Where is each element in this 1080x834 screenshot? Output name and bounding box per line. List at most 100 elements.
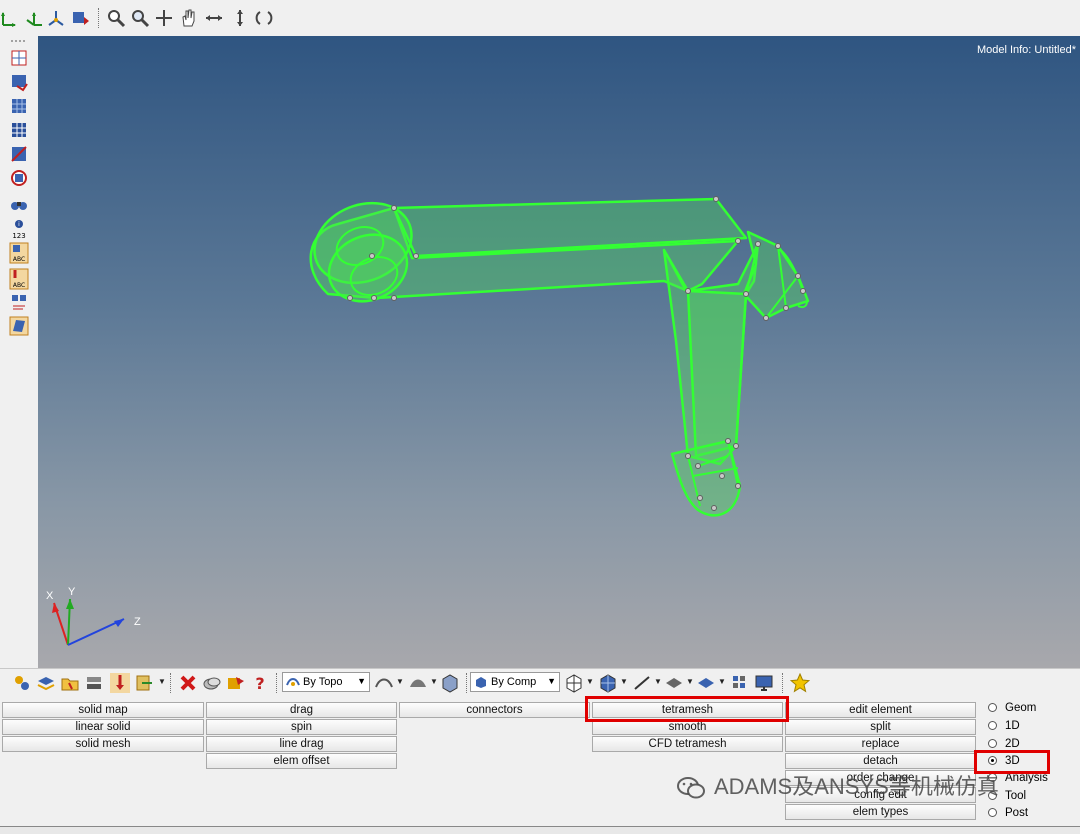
wireframe-icon[interactable] [9, 120, 29, 140]
graphics-viewport[interactable]: Model Info: Untitled* X Y Z [38, 36, 1080, 668]
replace-button[interactable]: replace [785, 736, 976, 752]
by-comp-dropdown[interactable]: By Comp ▼ [470, 672, 560, 692]
import-icon[interactable] [110, 673, 130, 693]
assemblies-icon[interactable] [36, 673, 56, 693]
top-toolbar [0, 0, 1080, 37]
connectors-button[interactable]: connectors [399, 702, 590, 718]
monitor-icon[interactable] [754, 673, 774, 693]
svg-text:?: ? [255, 674, 264, 693]
comp-icon [476, 677, 486, 688]
split-button[interactable]: split [785, 719, 976, 735]
pan-icon[interactable] [154, 8, 174, 28]
visualization-wire-arrow[interactable]: ▼ [396, 677, 404, 686]
mesh-lines-icon[interactable] [564, 673, 584, 693]
visualization-shaded-arrow[interactable]: ▼ [430, 677, 438, 686]
radio-3d[interactable]: 3D [988, 753, 1020, 769]
shrink-icon[interactable] [9, 168, 29, 188]
grid-icon[interactable] [730, 673, 750, 693]
hand-icon[interactable] [178, 8, 198, 28]
spin-button[interactable]: spin [206, 719, 397, 735]
help-icon[interactable]: ? [250, 673, 270, 693]
mesh-shaded-arrow[interactable]: ▼ [620, 677, 628, 686]
bottom-toolbar: ▼ ? By Topo ▼ ▼ ▼ By Comp ▼ ▼ ▼ ▼ ▼ ▼ [0, 668, 1080, 697]
view-plane-icon[interactable] [9, 316, 29, 336]
layers-icon[interactable] [84, 673, 104, 693]
element-display-icon[interactable] [696, 673, 716, 693]
show-element-icon[interactable] [9, 96, 29, 116]
mesh-lines-arrow[interactable]: ▼ [586, 677, 594, 686]
axis-triad: X Y Z [46, 586, 141, 646]
label-abc-red-icon[interactable]: ABC [9, 268, 29, 290]
radio-selected-icon [988, 756, 997, 765]
radio-2d[interactable]: 2D [988, 736, 1020, 752]
components-icon[interactable] [12, 673, 32, 693]
toolbar-separator [466, 673, 468, 693]
detach-button[interactable]: detach [785, 753, 976, 769]
axis-x-label: X [46, 590, 54, 602]
tetramesh-button[interactable]: tetramesh [592, 702, 783, 718]
line-display-icon[interactable] [632, 673, 652, 693]
rotate-horizontal-icon[interactable] [204, 8, 224, 28]
favorite-star-icon[interactable] [790, 673, 810, 693]
shaded-icon[interactable] [9, 144, 29, 164]
wechat-icon [677, 777, 705, 799]
radio-1d[interactable]: 1D [988, 718, 1020, 734]
radio-post[interactable]: Post [988, 805, 1028, 821]
axis-y-label: Y [68, 586, 76, 598]
grip-icon [11, 40, 27, 42]
radio-geom[interactable]: Geom [988, 700, 1036, 716]
mask-tool-icon[interactable] [9, 48, 29, 68]
elem-types-button[interactable]: elem types [785, 804, 976, 820]
organize-icon[interactable] [226, 673, 246, 693]
drag-button[interactable]: drag [206, 702, 397, 718]
binoculars-icon[interactable] [9, 194, 29, 214]
mask-element-icon[interactable] [9, 72, 29, 92]
svg-text:123: 123 [12, 232, 25, 240]
view-iso-icon[interactable] [46, 8, 66, 28]
element-types-icon[interactable] [9, 292, 29, 312]
surface-display-arrow[interactable]: ▼ [686, 677, 694, 686]
elem-offset-button[interactable]: elem offset [206, 753, 397, 769]
watermark: ADAMS及ANSYS等机械仿真 [676, 770, 999, 804]
toolbar-separator [98, 8, 100, 28]
by-comp-value: By Comp [491, 676, 537, 688]
element-display-arrow[interactable]: ▼ [718, 677, 726, 686]
linear-solid-button[interactable]: linear solid [2, 719, 204, 735]
chevron-down-icon: ▼ [357, 676, 366, 686]
view-yz-icon[interactable] [24, 8, 44, 28]
menu-panel: solid map linear solid solid mesh drag s… [0, 697, 1080, 833]
spin-icon[interactable] [254, 8, 274, 28]
export-icon[interactable] [134, 673, 154, 693]
smooth-button[interactable]: smooth [592, 719, 783, 735]
zoom-in-icon[interactable] [106, 8, 126, 28]
numbers-icon[interactable]: i123 [9, 218, 29, 240]
mesh-shaded-icon[interactable] [598, 673, 618, 693]
folder-icon[interactable] [60, 673, 80, 693]
visualization-shaded-icon[interactable] [408, 673, 428, 693]
mask-icon[interactable] [202, 673, 222, 693]
edit-element-button[interactable]: edit element [785, 702, 976, 718]
cfd-tetramesh-button[interactable]: CFD tetramesh [592, 736, 783, 752]
zoom-fit-icon[interactable] [130, 8, 150, 28]
view-front-icon[interactable] [70, 8, 90, 28]
radio-circle-icon [988, 721, 997, 730]
delete-icon[interactable] [178, 673, 198, 693]
toolbar-separator [170, 673, 172, 693]
leg-front-face [686, 289, 748, 458]
line-display-arrow[interactable]: ▼ [654, 677, 662, 686]
surface-display-icon[interactable] [664, 673, 684, 693]
solid-mesh-button[interactable]: solid mesh [2, 736, 204, 752]
view-xy-icon[interactable] [0, 8, 20, 28]
visualization-wire-icon[interactable] [374, 673, 394, 693]
toolbar-separator [782, 673, 784, 693]
solid-map-button[interactable]: solid map [2, 702, 204, 718]
mesh-model[interactable] [38, 36, 1080, 668]
line-drag-button[interactable]: line drag [206, 736, 397, 752]
export-dropdown-arrow[interactable]: ▼ [158, 677, 166, 686]
label-abc-icon[interactable]: ABC [9, 242, 29, 264]
solid-box-icon[interactable] [440, 673, 460, 693]
by-topo-dropdown[interactable]: By Topo ▼ [282, 672, 370, 692]
svg-text:ABC: ABC [13, 256, 25, 263]
rotate-vertical-icon[interactable] [230, 8, 250, 28]
radio-circle-icon [988, 808, 997, 817]
